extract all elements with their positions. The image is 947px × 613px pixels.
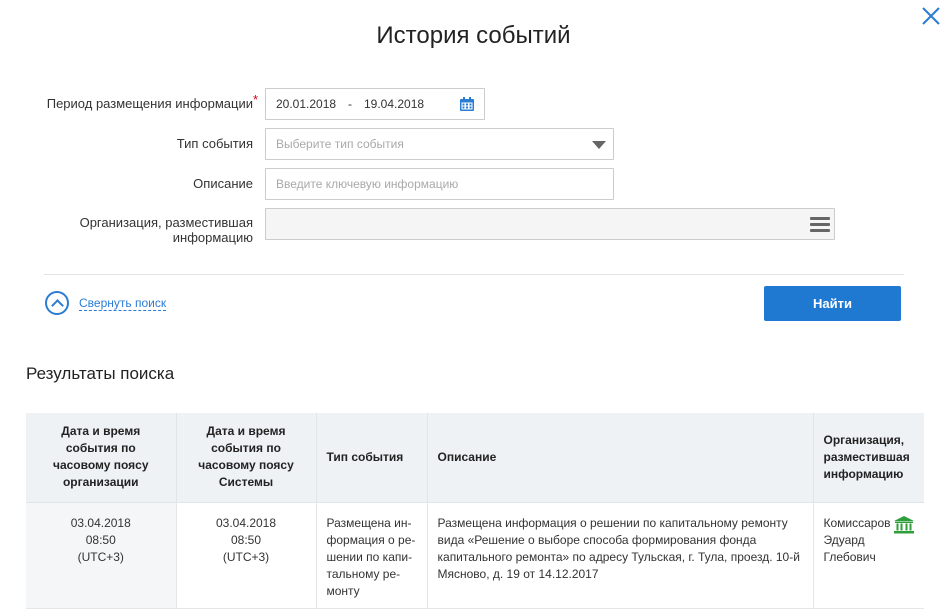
collapse-search-label[interactable]: Свернуть поиск <box>79 296 167 311</box>
event-type-select[interactable]: Выберите тип события <box>265 128 614 160</box>
date-separator: - <box>348 97 352 111</box>
organization-label: Организация, разместившая информацию <box>79 215 253 245</box>
column-header-org-datetime[interactable]: Дата и время события по часовому поясу о… <box>26 413 177 503</box>
cell-organization: Комиссаров Эдуард Глебович <box>813 502 924 609</box>
calendar-icon[interactable] <box>459 96 475 112</box>
chevron-up-icon[interactable] <box>45 291 69 315</box>
organization-name: Комиссаров Эдуард Глебович <box>823 515 891 564</box>
date-from-value[interactable]: 20.01.2018 <box>276 97 336 111</box>
search-button[interactable]: Найти <box>764 286 901 321</box>
required-marker: * <box>253 92 259 107</box>
menu-icon[interactable] <box>810 217 830 233</box>
cell-system-datetime: 03.04.2018 08:50 (UTC+3) <box>176 502 317 609</box>
cell-description: Размещена информация о решении по капита… <box>427 502 814 609</box>
cell-org-datetime: 03.04.2018 08:50 (UTC+3) <box>26 502 177 609</box>
event-type-placeholder: Выберите тип события <box>276 137 404 151</box>
column-header-system-datetime[interactable]: Дата и время события по часовому поясу С… <box>176 413 317 503</box>
close-icon[interactable] <box>919 4 943 28</box>
event-type-label: Тип события <box>176 136 253 151</box>
chevron-down-icon[interactable] <box>592 141 606 149</box>
description-label: Описание <box>193 176 253 191</box>
dialog-title: История событий <box>376 22 571 49</box>
cell-event-type: Размещена ин- формация о ре- шении по ка… <box>316 502 428 609</box>
close-button[interactable] <box>919 4 943 28</box>
column-header-event-type[interactable]: Тип события <box>316 413 428 503</box>
results-heading: Результаты поиска <box>26 364 175 383</box>
collapse-search-link[interactable]: Свернуть поиск <box>45 290 167 316</box>
period-date-range-input[interactable]: 20.01.2018 - 19.04.2018 <box>265 88 485 120</box>
organization-field[interactable] <box>265 208 835 240</box>
column-header-description[interactable]: Описание <box>427 413 814 503</box>
date-to-value[interactable]: 19.04.2018 <box>364 97 424 111</box>
description-placeholder: Введите ключевую информацию <box>276 177 459 191</box>
bank-icon[interactable] <box>894 515 914 534</box>
form-divider <box>44 274 904 275</box>
results-table: Дата и время события по часовому поясу о… <box>26 413 924 609</box>
table-header-row: Дата и время события по часовому поясу о… <box>26 413 924 503</box>
table-row[interactable]: 03.04.2018 08:50 (UTC+3) 03.04.2018 08:5… <box>26 502 924 609</box>
column-header-organization[interactable]: Организация, разместившая информацию <box>813 413 924 503</box>
period-label: Период размещения информации <box>46 96 253 111</box>
description-input[interactable]: Введите ключевую информацию <box>265 168 614 200</box>
